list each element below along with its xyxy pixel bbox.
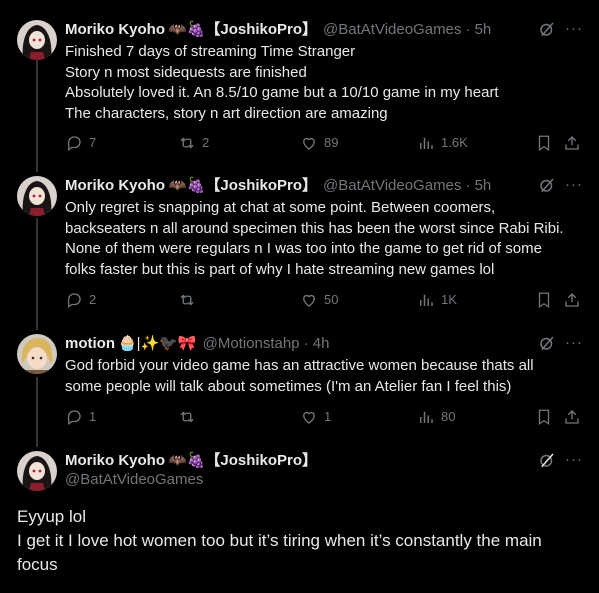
post-text-line: Eyyup lol: [17, 507, 86, 526]
post-text-line: Story n most sidequests are finished: [65, 63, 307, 81]
like-icon: [303, 137, 315, 150]
handle[interactable]: @Motionstahp: [203, 334, 300, 354]
action-bar: 7 2 89 1.6K: [65, 134, 585, 154]
post-text-line: Absolutely loved it. An 8.5/10 game but …: [65, 84, 499, 101]
post-text-line: I get it I love hot women too but it’s t…: [17, 531, 542, 550]
like-button[interactable]: 1: [300, 408, 331, 426]
views-button[interactable]: 80: [417, 408, 455, 426]
repost-button[interactable]: [178, 408, 202, 426]
timestamp[interactable]: · 4h: [304, 334, 330, 354]
post-text: Only regret is snapping at chat at some …: [65, 198, 585, 280]
post-text-line: Only regret is snapping at chat at some …: [65, 199, 496, 216]
repost-icon: [180, 411, 194, 423]
post-text-line: focus: [17, 555, 58, 574]
more-icon[interactable]: ···: [565, 334, 583, 351]
more-icon[interactable]: ···: [565, 451, 583, 468]
reply-button[interactable]: 1: [65, 408, 96, 426]
grok-icon[interactable]: [538, 451, 556, 473]
display-name[interactable]: Moriko Kyoho: [65, 451, 165, 471]
views-count: 80: [441, 409, 456, 424]
display-name[interactable]: motion: [65, 334, 115, 354]
bookmark-icon[interactable]: [535, 134, 559, 152]
grok-icon[interactable]: [538, 334, 556, 356]
post-text-line: The characters, story n art direction ar…: [65, 104, 388, 122]
post-header: Moriko Kyoho 🦇🍇 【JoshikoPro】 @BatAtVideo…: [65, 176, 491, 196]
post-text-line: None of them were regulars n I was too i…: [65, 240, 542, 257]
post-text-line: backseaters n all around specimen this h…: [65, 219, 564, 237]
reply-count: 7: [89, 135, 97, 150]
repost-icon: [180, 294, 194, 306]
timestamp[interactable]: · 5h: [465, 20, 491, 40]
main-post-text: Eyyup lol I get it I love hot women too …: [17, 505, 587, 577]
post-text: God forbid your video game has an attrac…: [65, 356, 585, 397]
display-name[interactable]: Moriko Kyoho: [65, 20, 165, 40]
name-tag: 【JoshikoPro】: [205, 452, 318, 469]
handle[interactable]: @BatAtVideoGames: [323, 20, 461, 40]
name-tag: 【JoshikoPro】: [205, 177, 318, 194]
post-text-line: God forbid your video game has an attrac…: [65, 357, 534, 374]
avatar[interactable]: [17, 20, 57, 60]
views-icon: [420, 411, 433, 423]
action-bar: 2 50 1K: [65, 291, 585, 311]
repost-icon: [180, 137, 194, 149]
handle[interactable]: @BatAtVideoGames: [65, 471, 203, 488]
views-icon: [420, 294, 433, 306]
like-count: 50: [324, 292, 339, 307]
reply-icon: [67, 293, 81, 309]
name-emoji: 🦇🍇: [168, 452, 206, 469]
reply-count: 1: [89, 409, 97, 424]
name-emoji: 🦇🍇: [168, 21, 206, 38]
reply-icon: [67, 410, 81, 426]
bookmark-icon[interactable]: [535, 291, 559, 309]
post-header: motion 🧁|✨🐦‍⬛🎀 @Motionstahp · 4h: [65, 334, 329, 354]
avatar[interactable]: [17, 176, 57, 216]
like-icon: [303, 411, 315, 424]
reply-button[interactable]: 7: [65, 134, 96, 152]
avatar[interactable]: [17, 334, 57, 374]
thread-line: [36, 377, 38, 447]
handle[interactable]: @BatAtVideoGames: [323, 176, 461, 196]
bookmark-icon[interactable]: [535, 408, 559, 426]
reply-count: 2: [89, 292, 97, 307]
views-button[interactable]: 1.6K: [417, 134, 468, 152]
like-button[interactable]: 89: [300, 134, 338, 152]
name-emoji: 🧁|✨🐦‍⬛🎀: [118, 335, 197, 352]
post-text-line: some people will talk about sometimes (I…: [65, 377, 512, 395]
views-count: 1.6K: [441, 135, 468, 150]
more-icon[interactable]: ···: [565, 176, 583, 193]
like-count: 89: [324, 135, 339, 150]
like-icon: [303, 294, 315, 307]
share-icon[interactable]: [563, 134, 587, 152]
like-count: 1: [324, 409, 332, 424]
action-bar: 1 1 80: [65, 408, 585, 428]
post-header: Moriko Kyoho 🦇🍇 【JoshikoPro】 @BatAtVideo…: [65, 20, 491, 40]
share-icon[interactable]: [563, 408, 587, 426]
grok-icon[interactable]: [538, 176, 556, 198]
views-count: 1K: [441, 292, 457, 307]
repost-button[interactable]: [178, 291, 202, 309]
post-text: Finished 7 days of streaming Time Strang…: [65, 42, 585, 124]
avatar[interactable]: [17, 451, 57, 491]
reply-icon: [67, 136, 81, 152]
thread-line: [36, 60, 38, 172]
name-emoji: 🦇🍇: [168, 177, 206, 194]
timestamp[interactable]: · 5h: [465, 176, 491, 196]
repost-count: 2: [202, 135, 210, 150]
like-button[interactable]: 50: [300, 291, 338, 309]
display-name[interactable]: Moriko Kyoho: [65, 176, 165, 196]
repost-button[interactable]: 2: [178, 134, 209, 152]
post-header: Moriko Kyoho 🦇🍇 【JoshikoPro】: [65, 451, 317, 471]
views-icon: [420, 137, 433, 149]
views-button[interactable]: 1K: [417, 291, 457, 309]
reply-button[interactable]: 2: [65, 291, 96, 309]
name-tag: 【JoshikoPro】: [205, 21, 318, 38]
more-icon[interactable]: ···: [565, 20, 583, 37]
post-text-line: folks faster but this is part of why I h…: [65, 260, 495, 278]
grok-icon[interactable]: [538, 20, 556, 42]
share-icon[interactable]: [563, 291, 587, 309]
thread-line: [36, 218, 38, 330]
post-text-line: Finished 7 days of streaming Time Strang…: [65, 43, 356, 60]
